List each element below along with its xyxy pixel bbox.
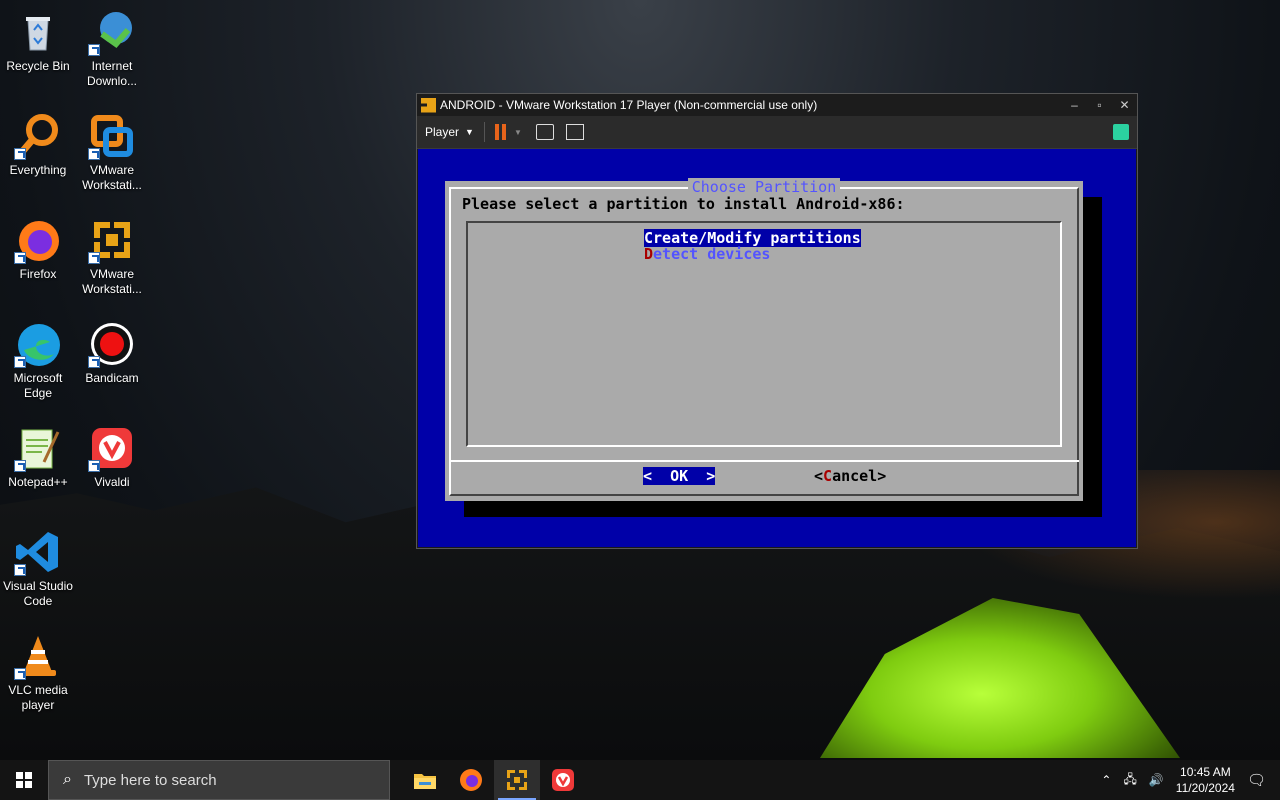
cancel-button[interactable]: <Cancel> bbox=[814, 467, 886, 485]
taskbar-file-explorer[interactable] bbox=[402, 760, 448, 800]
desktop-icon-everything[interactable]: Everything bbox=[0, 112, 76, 178]
taskbar-search-box[interactable]: ⌕ Type here to search bbox=[48, 760, 390, 800]
toolbar-divider bbox=[483, 122, 485, 142]
desktop-icon-vmware-player[interactable]: VMware Workstati... bbox=[74, 216, 150, 297]
vmware-logo-icon bbox=[421, 97, 436, 113]
close-icon[interactable]: ✕ bbox=[1112, 98, 1137, 112]
desktop-icon-label: Firefox bbox=[19, 267, 57, 281]
option-detect-devices[interactable]: Detect devices bbox=[644, 245, 770, 263]
vscode-icon bbox=[14, 528, 62, 576]
desktop-icon-vscode[interactable]: Visual Studio Code bbox=[0, 528, 76, 609]
desktop-icon-label: VMware Workstati... bbox=[82, 163, 142, 192]
desktop-icon-vmware-workstation[interactable]: VMware Workstati... bbox=[74, 112, 150, 193]
search-icon: ⌕ bbox=[63, 771, 72, 788]
chevron-down-icon: ▼ bbox=[465, 127, 474, 137]
desktop-icon-label: VMware Workstati... bbox=[82, 267, 142, 296]
network-icon[interactable]: 🖧 bbox=[1123, 770, 1136, 791]
desktop-icon-microsoft-edge[interactable]: Microsoft Edge bbox=[0, 320, 76, 401]
player-menu-label: Player bbox=[425, 125, 460, 139]
taskbar-clock[interactable]: 10:45 AM 11/20/2024 bbox=[1176, 764, 1235, 796]
search-placeholder: Type here to search bbox=[83, 771, 217, 789]
vivaldi-icon bbox=[88, 424, 136, 472]
cancel-rest: ancel> bbox=[832, 467, 887, 485]
windows-logo-icon bbox=[16, 772, 32, 788]
vmware-workstation-icon bbox=[88, 112, 136, 160]
send-ctrl-alt-del-icon[interactable] bbox=[535, 124, 554, 140]
taskbar-vmware-player[interactable] bbox=[494, 760, 540, 800]
desktop-icon-label: Visual Studio Code bbox=[3, 579, 73, 608]
pause-icon[interactable] bbox=[494, 124, 506, 140]
everything-search-icon bbox=[14, 112, 62, 160]
taskbar: ⌕ Type here to search ⌃ 🖧 🔊 10:45 AM 11/… bbox=[0, 760, 1280, 800]
system-tray: ⌃ 🖧 🔊 10:45 AM 11/20/2024 🗨 bbox=[1101, 764, 1280, 796]
volume-icon[interactable]: 🔊 bbox=[1149, 773, 1164, 787]
desktop-icon-recycle-bin[interactable]: Recycle Bin bbox=[0, 8, 76, 74]
file-explorer-icon bbox=[414, 774, 436, 789]
maximize-icon[interactable]: ▫ bbox=[1087, 98, 1112, 112]
fullscreen-icon[interactable] bbox=[565, 124, 584, 140]
vivaldi-icon bbox=[552, 769, 574, 791]
desktop-icon-label: Everything bbox=[9, 163, 67, 177]
pause-dropdown-icon[interactable]: ▼ bbox=[514, 128, 522, 137]
dialog-title: Choose Partition bbox=[687, 178, 841, 196]
firefox-icon bbox=[14, 216, 62, 264]
option-hotkey: D bbox=[644, 245, 654, 263]
desktop-icon-vivaldi[interactable]: Vivaldi bbox=[74, 424, 150, 490]
player-menu-button[interactable]: Player ▼ bbox=[425, 125, 474, 139]
cancel-hotkey: C bbox=[823, 467, 833, 485]
partition-option-list: Create/Modify partitions Detect devices bbox=[466, 221, 1062, 447]
desktop-icon-label: Internet Downlo... bbox=[86, 59, 138, 88]
recycle-bin-icon bbox=[14, 8, 62, 56]
desktop-icon-label: Vivaldi bbox=[94, 475, 130, 489]
taskbar-vivaldi[interactable] bbox=[540, 760, 586, 800]
window-titlebar[interactable]: ANDROID - VMware Workstation 17 Player (… bbox=[417, 94, 1137, 116]
dialog-prompt: Please select a partition to install And… bbox=[462, 195, 905, 213]
desktop-icon-bandicam[interactable]: Bandicam bbox=[74, 320, 150, 386]
desktop-icon-label: Notepad++ bbox=[8, 475, 68, 489]
vmware-player-icon bbox=[507, 770, 527, 790]
chevron-up-icon[interactable]: ⌃ bbox=[1101, 773, 1111, 787]
option-label: etect devices bbox=[653, 245, 771, 263]
desktop-icon-label: Microsoft Edge bbox=[13, 371, 63, 400]
edge-icon bbox=[14, 320, 62, 368]
desktop-icon-internet-download-manager[interactable]: Internet Downlo... bbox=[74, 8, 150, 89]
choose-partition-dialog: Choose Partition Please select a partiti… bbox=[445, 178, 1083, 501]
internet-download-manager-icon bbox=[88, 8, 136, 56]
ok-button[interactable]: < OK > bbox=[643, 467, 716, 485]
notes-icon[interactable] bbox=[1113, 124, 1129, 140]
window-title: ANDROID - VMware Workstation 17 Player (… bbox=[440, 98, 818, 112]
desktop-icon-notepad-plus-plus[interactable]: Notepad++ bbox=[0, 424, 76, 490]
desktop-icon-firefox[interactable]: Firefox bbox=[0, 216, 76, 282]
start-button[interactable] bbox=[0, 760, 48, 800]
firefox-icon bbox=[460, 769, 482, 791]
desktop-icon-label: Recycle Bin bbox=[6, 59, 70, 73]
vlc-icon bbox=[14, 632, 62, 680]
desktop-icon-label: VLC media player bbox=[8, 683, 68, 712]
vmware-player-icon bbox=[88, 216, 136, 264]
clock-date: 11/20/2024 bbox=[1175, 781, 1235, 795]
vm-toolbar: Player ▼ ▼ bbox=[417, 116, 1137, 149]
notepad-plus-plus-icon bbox=[14, 424, 62, 472]
desktop-icon-vlc[interactable]: VLC media player bbox=[0, 632, 76, 713]
vmware-player-window: ANDROID - VMware Workstation 17 Player (… bbox=[416, 93, 1138, 549]
bandicam-icon bbox=[88, 320, 136, 368]
desktop-icon-label: Bandicam bbox=[85, 371, 139, 385]
notification-icon[interactable]: 🗨 bbox=[1247, 771, 1266, 789]
vm-guest-screen[interactable]: Choose Partition Please select a partiti… bbox=[418, 149, 1136, 547]
dialog-button-separator bbox=[449, 460, 1079, 462]
minimize-icon[interactable]: – bbox=[1062, 98, 1087, 112]
clock-time: 10:45 AM bbox=[1180, 765, 1231, 779]
cancel-prefix: < bbox=[814, 467, 824, 485]
taskbar-firefox[interactable] bbox=[448, 760, 494, 800]
